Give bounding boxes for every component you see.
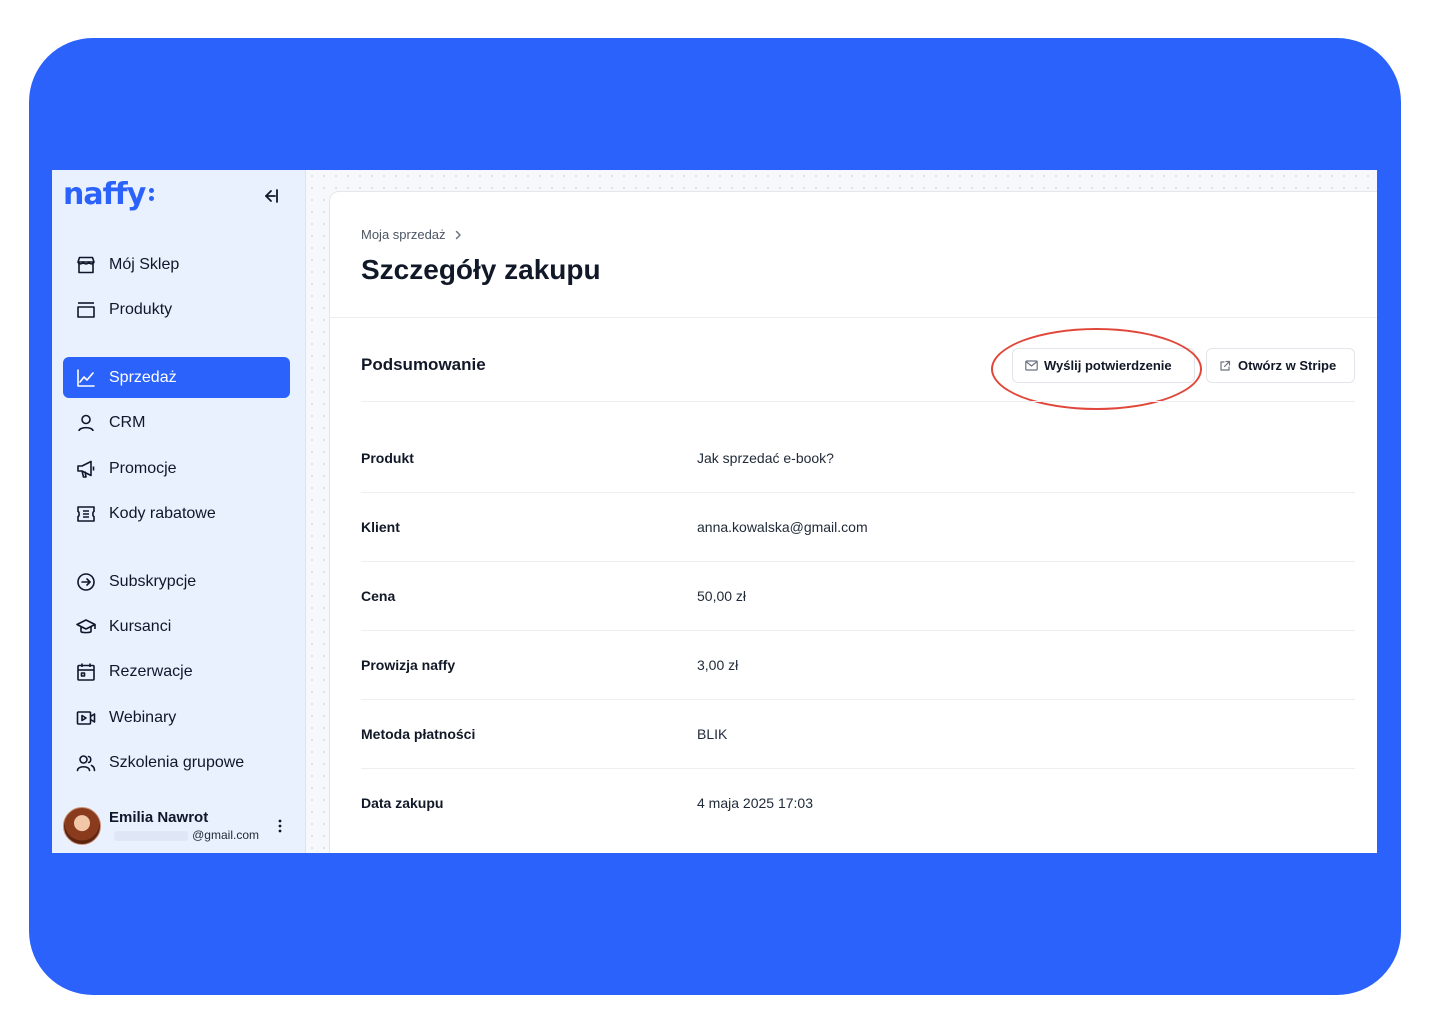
details-list: Produkt Jak sprzedać e-book? Klient anna…	[361, 424, 1355, 838]
sidebar-item-label: Szkolenia grupowe	[109, 753, 245, 771]
sidebar-item-szkolenia-grupowe[interactable]: Szkolenia grupowe	[63, 742, 290, 783]
sidebar-item-moj-sklep[interactable]: Mój Sklep	[63, 244, 290, 285]
detail-row-cena: Cena 50,00 zł	[361, 562, 1355, 631]
detail-row-data-zakupu: Data zakupu 4 maja 2025 17:03	[361, 769, 1355, 838]
sidebar-item-label: Rezerwacje	[109, 662, 193, 680]
sidebar-item-label: Subskrypcje	[109, 572, 197, 590]
user-name: Emilia Nawrot	[109, 809, 209, 826]
divider	[361, 401, 1355, 402]
detail-label: Metoda płatności	[361, 726, 476, 742]
external-link-icon	[1218, 359, 1232, 373]
detail-value: anna.kowalska@gmail.com	[697, 519, 868, 535]
sidebar-item-promocje[interactable]: Promocje	[63, 448, 290, 489]
subscription-icon	[75, 571, 97, 593]
redacted-email-mask	[114, 830, 189, 841]
sidebar-item-rezerwacje[interactable]: Rezerwacje	[63, 651, 290, 692]
ticket-icon	[75, 503, 97, 525]
detail-value: 4 maja 2025 17:03	[697, 795, 813, 811]
detail-row-produkt: Produkt Jak sprzedać e-book?	[361, 424, 1355, 493]
user-info: Emilia Nawrot @gmail.com	[109, 809, 259, 843]
logo-text: naffy	[63, 176, 146, 212]
logo-dots-icon	[149, 187, 155, 201]
avatar	[63, 807, 101, 845]
calendar-icon	[75, 661, 97, 683]
send-confirmation-label: Wyślij potwierdzenie	[1044, 358, 1172, 373]
sidebar-item-subskrypcje[interactable]: Subskrypcje	[63, 561, 290, 602]
user-email: @gmail.com	[192, 828, 259, 842]
detail-value: BLIK	[697, 726, 728, 742]
sidebar: naffy Mój Sklep Produkty Sprzedaż CRM Pr…	[52, 170, 306, 853]
user-email-row: @gmail.com	[109, 827, 259, 843]
store-icon	[75, 254, 97, 276]
breadcrumb-link-moja-sprzedaz[interactable]: Moja sprzedaż	[361, 227, 446, 242]
sidebar-item-kursanci[interactable]: Kursanci	[63, 606, 290, 647]
divider	[330, 317, 1377, 318]
detail-label: Produkt	[361, 450, 414, 466]
detail-row-klient: Klient anna.kowalska@gmail.com	[361, 493, 1355, 562]
detail-row-metoda-platnosci: Metoda płatności BLIK	[361, 700, 1355, 769]
page-title: Szczegóły zakupu	[361, 254, 601, 285]
purchase-details-card: Moja sprzedaż Szczegóły zakupu Podsumowa…	[329, 191, 1377, 853]
section-title: Podsumowanie	[361, 355, 486, 374]
open-in-stripe-button[interactable]: Otwórz w Stripe	[1206, 348, 1355, 383]
detail-label: Cena	[361, 588, 396, 604]
folder-icon	[75, 299, 97, 321]
collapse-left-icon[interactable]	[258, 184, 282, 208]
users-icon	[75, 752, 97, 774]
sidebar-item-label: Mój Sklep	[109, 255, 180, 273]
sidebar-item-kody-rabatowe[interactable]: Kody rabatowe	[63, 493, 290, 534]
graduation-cap-icon	[75, 616, 97, 638]
detail-label: Prowizja naffy	[361, 657, 456, 673]
detail-value: 3,00 zł	[697, 657, 739, 673]
sidebar-item-crm[interactable]: CRM	[63, 402, 290, 443]
video-icon	[75, 707, 97, 729]
breadcrumb: Moja sprzedaż	[361, 227, 462, 242]
open-in-stripe-label: Otwórz w Stripe	[1238, 358, 1337, 373]
detail-label: Klient	[361, 519, 400, 535]
app-window: naffy Mój Sklep Produkty Sprzedaż CRM Pr…	[52, 170, 1377, 853]
sidebar-item-produkty[interactable]: Produkty	[63, 289, 290, 330]
naffy-logo[interactable]: naffy	[63, 176, 155, 212]
sidebar-item-label: Sprzedaż	[109, 368, 177, 386]
chevron-right-icon	[454, 230, 462, 240]
user-icon	[75, 412, 97, 434]
mail-icon	[1024, 359, 1038, 373]
send-confirmation-button[interactable]: Wyślij potwierdzenie	[1012, 348, 1195, 383]
detail-row-prowizja: Prowizja naffy 3,00 zł	[361, 631, 1355, 700]
sidebar-item-label: Promocje	[109, 459, 177, 477]
sidebar-item-sprzedaz[interactable]: Sprzedaż	[63, 357, 290, 398]
sidebar-item-label: Produkty	[109, 300, 173, 318]
detail-label: Data zakupu	[361, 795, 444, 811]
sidebar-item-label: CRM	[109, 413, 146, 431]
user-profile[interactable]: Emilia Nawrot @gmail.com	[63, 804, 290, 848]
sidebar-item-webinary[interactable]: Webinary	[63, 697, 290, 738]
chart-line-icon	[75, 367, 97, 389]
detail-value: 50,00 zł	[697, 588, 747, 604]
sidebar-item-label: Kursanci	[109, 617, 172, 635]
sidebar-item-label: Kody rabatowe	[109, 504, 216, 522]
megaphone-icon	[75, 458, 97, 480]
detail-value: Jak sprzedać e-book?	[697, 450, 834, 466]
sidebar-item-label: Webinary	[109, 708, 177, 726]
more-vertical-icon[interactable]	[270, 814, 290, 838]
